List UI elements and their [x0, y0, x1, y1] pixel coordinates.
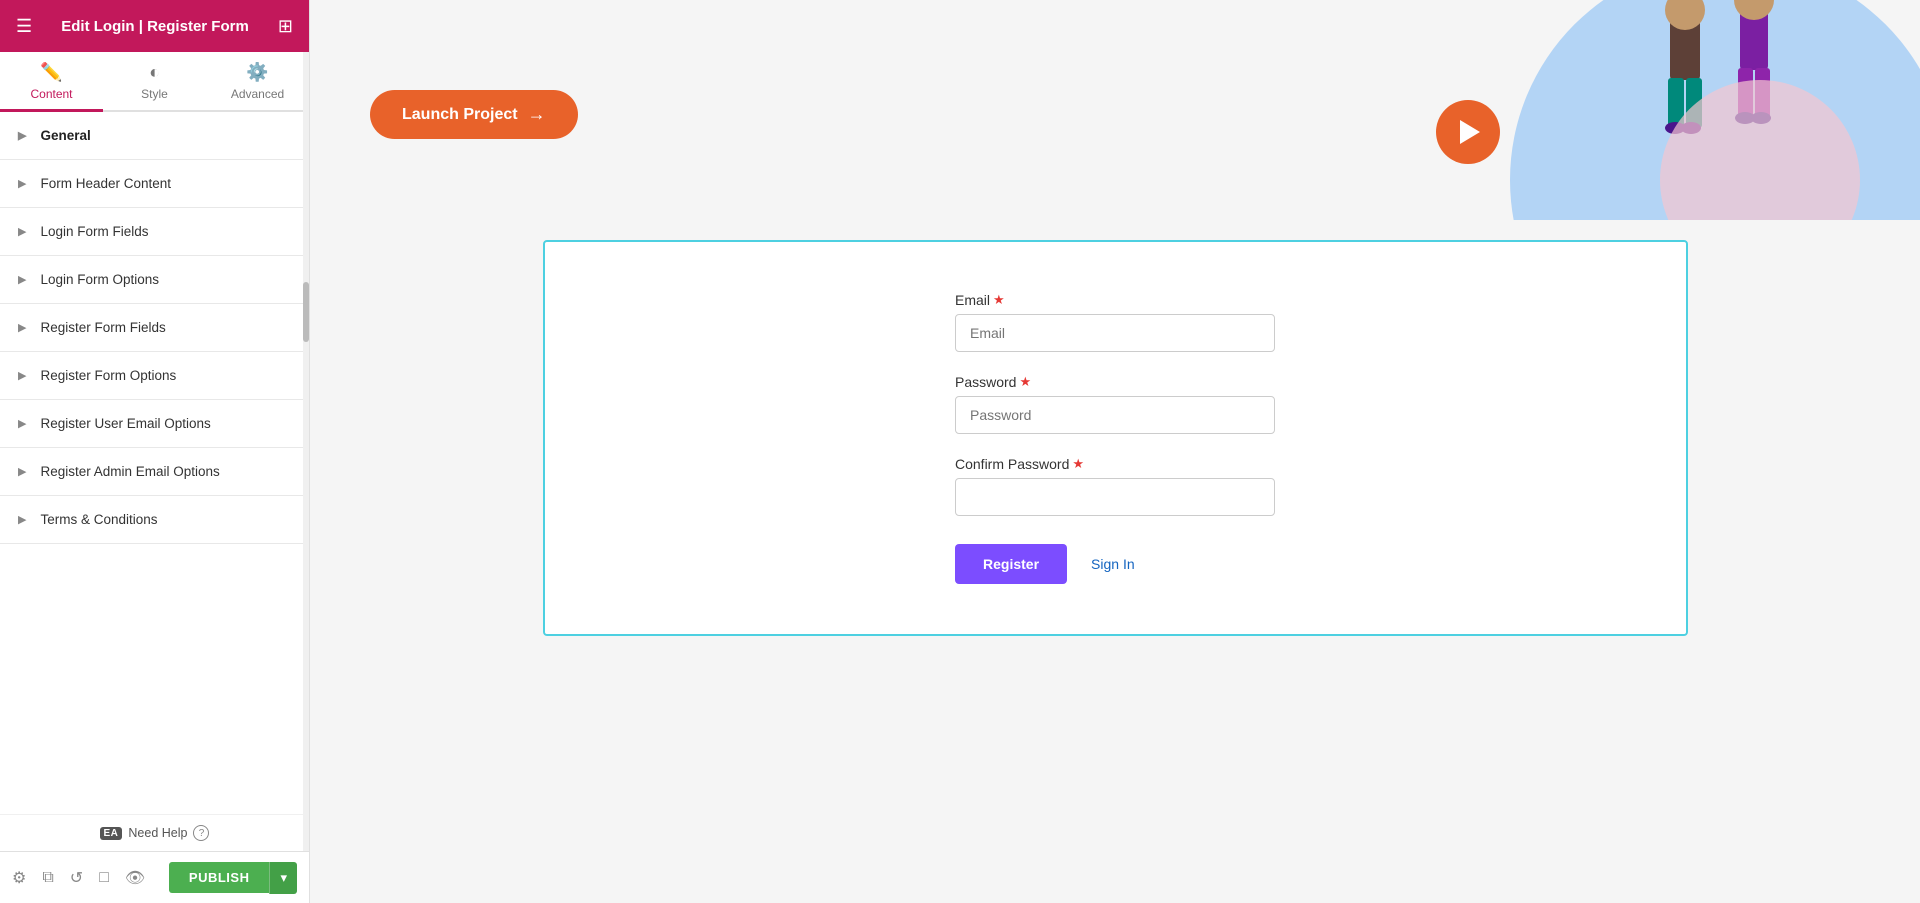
tabs-bar: ✏️ Content ◐ Style ⚙️ Advanced — [0, 52, 309, 112]
publish-btn-group: PUBLISH ▾ — [169, 862, 297, 894]
content-tab-icon: ✏️ — [40, 62, 62, 83]
launch-project-label: Launch Project — [402, 106, 518, 124]
scrollbar-track[interactable] — [303, 52, 309, 851]
launch-project-button[interactable]: Launch Project → — [370, 90, 578, 139]
accordion-label-login-form-fields: Login Form Fields — [40, 224, 148, 239]
style-tab-icon: ◐ — [149, 62, 160, 83]
help-circle-icon: ? — [193, 825, 209, 841]
accordion-item-form-header-content[interactable]: ▶ Form Header Content — [0, 160, 309, 208]
password-required-star: ★ — [1019, 374, 1031, 390]
email-label: Email ★ — [955, 292, 1275, 308]
email-input[interactable] — [955, 314, 1275, 352]
form-actions: Register Sign In — [955, 544, 1275, 584]
confirm-password-input[interactable] — [955, 478, 1275, 516]
email-required-star: ★ — [993, 292, 1005, 308]
accordion-arrow-general: ▶ — [18, 129, 26, 142]
email-field-group: Email ★ — [955, 292, 1275, 352]
play-triangle-icon — [1460, 120, 1480, 144]
history-icon[interactable]: ↺ — [70, 868, 83, 888]
accordion-label-login-form-options: Login Form Options — [40, 272, 159, 287]
accordion-label-register-form-fields: Register Form Fields — [40, 320, 165, 335]
accordion-label-register-user-email-options: Register User Email Options — [40, 416, 210, 431]
need-help-section[interactable]: EA Need Help ? — [0, 814, 309, 851]
password-field-group: Password ★ — [955, 374, 1275, 434]
accordion-arrow-fhc: ▶ — [18, 177, 26, 190]
accordion-arrow-lff: ▶ — [18, 225, 26, 238]
editor-title: Edit Login | Register Form — [61, 18, 249, 35]
form-inner: Email ★ Password ★ Confirm Password ★ — [955, 292, 1275, 584]
accordion-arrow-rfo: ▶ — [18, 369, 26, 382]
accordion-arrow-raeo: ▶ — [18, 465, 26, 478]
need-help-text: Need Help — [128, 826, 187, 840]
left-panel: ☰ Edit Login | Register Form ⊞ ✏️ Conten… — [0, 0, 310, 903]
accordion-item-terms-conditions[interactable]: ▶ Terms & Conditions — [0, 496, 309, 544]
tab-style[interactable]: ◐ Style — [103, 52, 206, 112]
publish-button[interactable]: PUBLISH — [169, 862, 270, 893]
content-top-area: Launch Project → — [310, 0, 1920, 230]
settings-icon[interactable]: ⚙ — [12, 868, 26, 888]
bottom-bar: ⚙ ⧉ ↺ □ 👁 PUBLISH ▾ — [0, 851, 309, 903]
advanced-tab-icon: ⚙️ — [246, 62, 268, 83]
tab-advanced-label: Advanced — [231, 87, 284, 101]
layers-icon[interactable]: ⧉ — [42, 869, 53, 887]
accordion-arrow-tc: ▶ — [18, 513, 26, 526]
password-input[interactable] — [955, 396, 1275, 434]
confirm-password-required-star: ★ — [1072, 456, 1084, 472]
accordion-item-register-form-fields[interactable]: ▶ Register Form Fields — [0, 304, 309, 352]
tab-advanced[interactable]: ⚙️ Advanced — [206, 52, 309, 112]
tab-content-label: Content — [30, 87, 72, 101]
hamburger-icon[interactable]: ☰ — [16, 16, 32, 37]
accordion-label-register-form-options: Register Form Options — [40, 368, 176, 383]
accordion-item-general[interactable]: ▶ General — [0, 112, 309, 160]
ea-badge: EA — [100, 827, 123, 840]
accordion-arrow-rueo: ▶ — [18, 417, 26, 430]
publish-dropdown-arrow[interactable]: ▾ — [269, 862, 297, 894]
register-button[interactable]: Register — [955, 544, 1067, 584]
accordion-arrow-lfo: ▶ — [18, 273, 26, 286]
scrollbar-thumb[interactable] — [303, 282, 309, 342]
preview-icon[interactable]: 👁 — [125, 868, 145, 888]
bottom-icon-group: ⚙ ⧉ ↺ □ 👁 — [12, 868, 145, 888]
accordion-label-register-admin-email-options: Register Admin Email Options — [40, 464, 219, 479]
tab-content[interactable]: ✏️ Content — [0, 52, 103, 112]
confirm-password-label: Confirm Password ★ — [955, 456, 1275, 472]
form-container: Email ★ Password ★ Confirm Password ★ — [543, 240, 1688, 636]
top-bar: ☰ Edit Login | Register Form ⊞ — [0, 0, 309, 52]
responsive-icon[interactable]: □ — [99, 869, 109, 887]
accordion-label-terms-conditions: Terms & Conditions — [40, 512, 157, 527]
signin-link[interactable]: Sign In — [1091, 556, 1135, 572]
accordion-list: ▶ General ▶ Form Header Content ▶ Login … — [0, 112, 309, 814]
accordion-label-general: General — [40, 128, 90, 143]
password-label: Password ★ — [955, 374, 1275, 390]
accordion-item-register-user-email-options[interactable]: ▶ Register User Email Options — [0, 400, 309, 448]
confirm-password-field-group: Confirm Password ★ — [955, 456, 1275, 516]
accordion-item-login-form-fields[interactable]: ▶ Login Form Fields — [0, 208, 309, 256]
launch-arrow-icon: → — [528, 104, 546, 125]
accordion-item-login-form-options[interactable]: ▶ Login Form Options — [0, 256, 309, 304]
accordion-label-form-header-content: Form Header Content — [40, 176, 171, 191]
grid-icon[interactable]: ⊞ — [278, 16, 293, 37]
accordion-arrow-rff: ▶ — [18, 321, 26, 334]
play-button[interactable] — [1436, 100, 1500, 164]
tab-style-label: Style — [141, 87, 168, 101]
accordion-item-register-form-options[interactable]: ▶ Register Form Options — [0, 352, 309, 400]
right-content: Launch Project → — [310, 0, 1920, 903]
accordion-item-register-admin-email-options[interactable]: ▶ Register Admin Email Options — [0, 448, 309, 496]
